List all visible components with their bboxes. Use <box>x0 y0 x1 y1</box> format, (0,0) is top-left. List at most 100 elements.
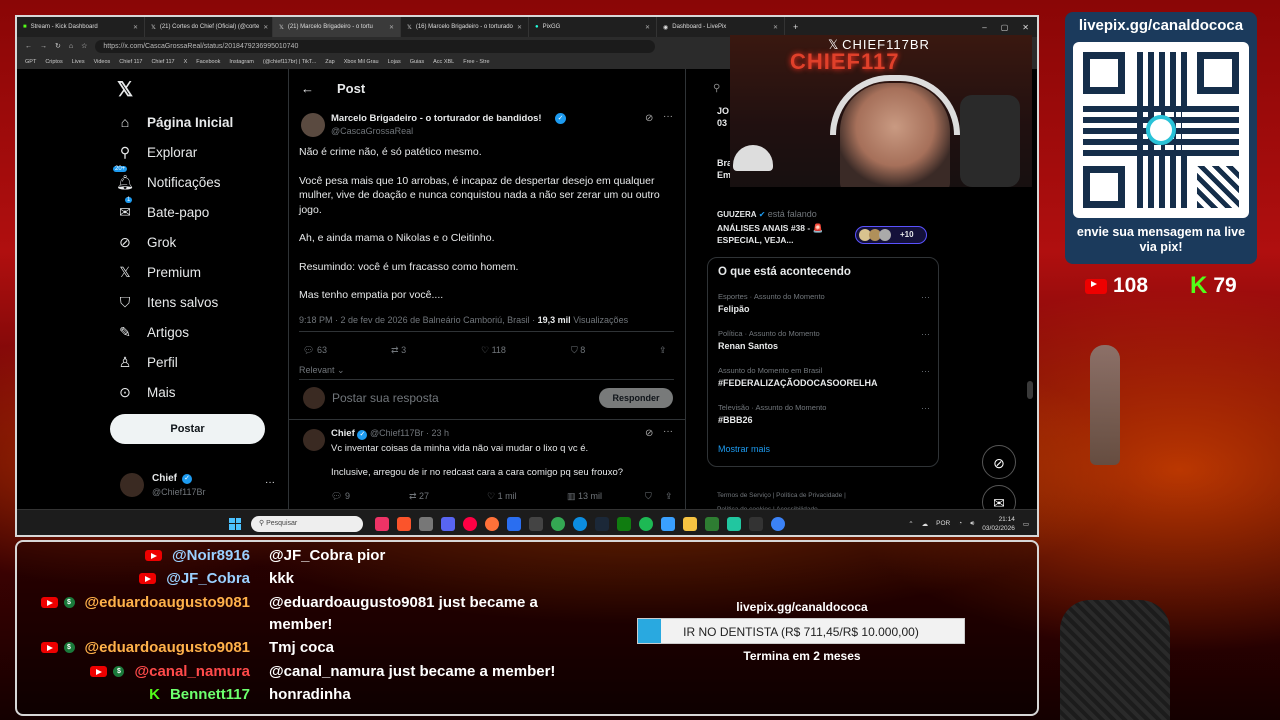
tab-post[interactable]: 𝕏 (16) Marcelo Brigadeiro - o torturado ✕ <box>401 17 529 37</box>
app-icon[interactable] <box>419 516 433 531</box>
bookmark-item[interactable]: Free - Stre <box>463 59 489 65</box>
tab-post-active[interactable]: 𝕏 (21) Marcelo Brigadeiro - o tortu ✕ <box>273 17 401 37</box>
share-icon[interactable]: ⇪ <box>659 345 667 356</box>
repost-action[interactable]: ⇄ 27 <box>409 491 429 502</box>
nav-saved[interactable]: ⛉ Itens salvos <box>117 294 219 310</box>
nav-explore[interactable]: ⚲ Explorar <box>117 144 197 160</box>
spaces-card[interactable]: GUUZERA ✔ está falando ANÁLISES ANAIS #3… <box>707 204 937 254</box>
nav-more[interactable]: ⊙ Mais <box>117 384 175 400</box>
nav-notifications[interactable]: 🔔︎ 20+ Notificações <box>113 166 221 190</box>
trend-item[interactable]: Assunto do Momento em Brasil #FEDERALIZA… <box>718 366 930 388</box>
nav-grok[interactable]: ⊘ Grok <box>117 234 176 250</box>
nav-premium[interactable]: 𝕏 Premium <box>117 264 201 280</box>
clock[interactable]: 21:14 03/02/2026 <box>982 515 1015 533</box>
sort-dropdown[interactable]: Relevant ⌄ <box>299 365 345 376</box>
app-icon[interactable] <box>551 516 565 531</box>
app-icon[interactable] <box>397 516 411 531</box>
trend-item[interactable]: Esportes · Assunto do Momento Felipão ··… <box>718 292 930 314</box>
nav-articles[interactable]: ✎ Artigos <box>117 324 189 340</box>
share-icon[interactable]: ⇪ <box>665 491 673 502</box>
bookmark-item[interactable]: Chief 117 <box>119 59 142 65</box>
bookmark-item[interactable]: X <box>184 59 188 65</box>
reply-action[interactable]: 💬︎ 63 <box>303 345 327 356</box>
bookmark-item[interactable]: Lives <box>72 59 85 65</box>
grok-icon[interactable]: ⊘ <box>645 113 653 124</box>
bookmark-icon[interactable]: ⛉ <box>645 491 652 502</box>
bookmark-item[interactable]: Facebook <box>196 59 220 65</box>
right-search-icon[interactable]: ⚲ <box>713 83 720 94</box>
bookmark-item[interactable]: Criptos <box>45 59 62 65</box>
bookmark-item[interactable]: Xbox Mil Grau <box>344 59 379 65</box>
cloud-icon[interactable]: ☁ <box>922 520 929 528</box>
back-arrow-icon[interactable]: ← <box>301 81 314 96</box>
close-icon[interactable]: ✕ <box>1022 23 1029 32</box>
taskbar-search[interactable]: ⚲ Pesquisar <box>251 515 363 532</box>
app-icon[interactable] <box>771 516 785 531</box>
app-icon[interactable] <box>683 516 697 531</box>
nav-profile[interactable]: ♙ Perfil <box>117 354 178 370</box>
app-icon[interactable] <box>441 516 455 531</box>
tab-pixgg[interactable]: ● PixGG ✕ <box>529 17 657 37</box>
more-icon[interactable]: ··· <box>921 366 930 376</box>
app-icon[interactable] <box>529 516 543 531</box>
more-icon[interactable]: ··· <box>663 111 673 122</box>
more-icon[interactable]: ··· <box>921 403 930 413</box>
new-tab-button[interactable]: + <box>785 22 806 32</box>
scrollbar[interactable] <box>1027 381 1033 399</box>
reply-handle[interactable]: @Chief117Br · 23 h <box>370 428 449 438</box>
reload-icon[interactable]: ↻ <box>55 42 61 50</box>
home-icon[interactable]: ⌂ <box>69 43 73 50</box>
footer-link[interactable]: Termos de Serviço <box>717 492 771 499</box>
app-icon[interactable] <box>749 516 763 531</box>
app-icon[interactable] <box>727 516 741 531</box>
reply-author[interactable]: Chief <box>331 428 355 439</box>
nav-chat[interactable]: ✉ 1 Bate-papo <box>117 197 209 220</box>
app-icon[interactable] <box>463 516 477 531</box>
bookmark-item[interactable]: Guias <box>410 59 424 65</box>
show-more-link[interactable]: Mostrar mais <box>718 444 770 454</box>
bookmark-item[interactable]: Acc XBL <box>433 59 454 65</box>
bookmark-icon[interactable]: ☆ <box>81 42 87 50</box>
bookmark-item[interactable]: Instagram <box>229 59 253 65</box>
app-icon[interactable] <box>485 516 499 531</box>
forward-icon[interactable]: → <box>40 43 47 50</box>
account-switcher[interactable]: Chief ✓ @Chief117Br ··· <box>120 471 280 501</box>
back-icon[interactable]: ← <box>25 43 32 50</box>
author-avatar[interactable] <box>301 113 325 137</box>
app-icon[interactable] <box>595 516 609 531</box>
like-action[interactable]: ♡ 118 <box>481 345 506 356</box>
post-button[interactable]: Postar <box>110 414 265 444</box>
windows-start-icon[interactable] <box>229 517 241 530</box>
bookmark-item[interactable]: Lojas <box>388 59 401 65</box>
grok-icon[interactable]: ⊘ <box>645 428 653 439</box>
more-icon[interactable]: ··· <box>921 329 930 339</box>
author-handle[interactable]: @CascaGrossaReal <box>331 126 413 136</box>
bookmark-item[interactable]: Chief 117 <box>151 59 174 65</box>
minimize-icon[interactable]: – <box>982 23 986 32</box>
more-icon[interactable]: ··· <box>921 292 930 302</box>
bookmark-item[interactable]: GPT <box>25 59 36 65</box>
bookmark-item[interactable]: (@chief117br) | TikT... <box>263 59 316 65</box>
bookmark-item[interactable]: Zap <box>325 59 334 65</box>
views-action[interactable]: ▥ 13 mil <box>567 491 602 502</box>
app-icon[interactable] <box>507 516 521 531</box>
grok-fab[interactable]: ⊘ <box>982 445 1016 479</box>
url-bar[interactable]: https://x.com/CascaGrossaReal/status/201… <box>95 39 656 53</box>
bookmark-action[interactable]: ⛉ 8 <box>571 345 585 356</box>
trend-item[interactable]: Política · Assunto do Momento Renan Sant… <box>718 329 930 351</box>
tray-chevron-icon[interactable]: ⌃ <box>908 520 913 528</box>
reply-button[interactable]: Responder <box>599 388 673 408</box>
reply-action[interactable]: 💬︎ 9 <box>331 491 350 502</box>
more-icon[interactable]: ··· <box>663 426 673 437</box>
app-icon[interactable] <box>639 516 653 531</box>
tab-kick[interactable]: ■ Stream - Kick Dashboard ✕ <box>17 17 145 37</box>
app-icon[interactable] <box>617 516 631 531</box>
language-indicator[interactable]: POR <box>936 520 950 527</box>
x-logo-icon[interactable]: 𝕏 <box>117 77 133 102</box>
footer-link[interactable]: Política de Privacidade <box>776 492 842 499</box>
maximize-icon[interactable]: ▢ <box>1001 23 1009 32</box>
app-icon[interactable] <box>573 516 587 531</box>
nav-home[interactable]: ⌂ Página Inicial <box>117 114 234 130</box>
tab-livepix[interactable]: ◉ Dashboard - LivePix ✕ <box>657 17 785 37</box>
like-action[interactable]: ♡ 1 mil <box>487 491 517 502</box>
